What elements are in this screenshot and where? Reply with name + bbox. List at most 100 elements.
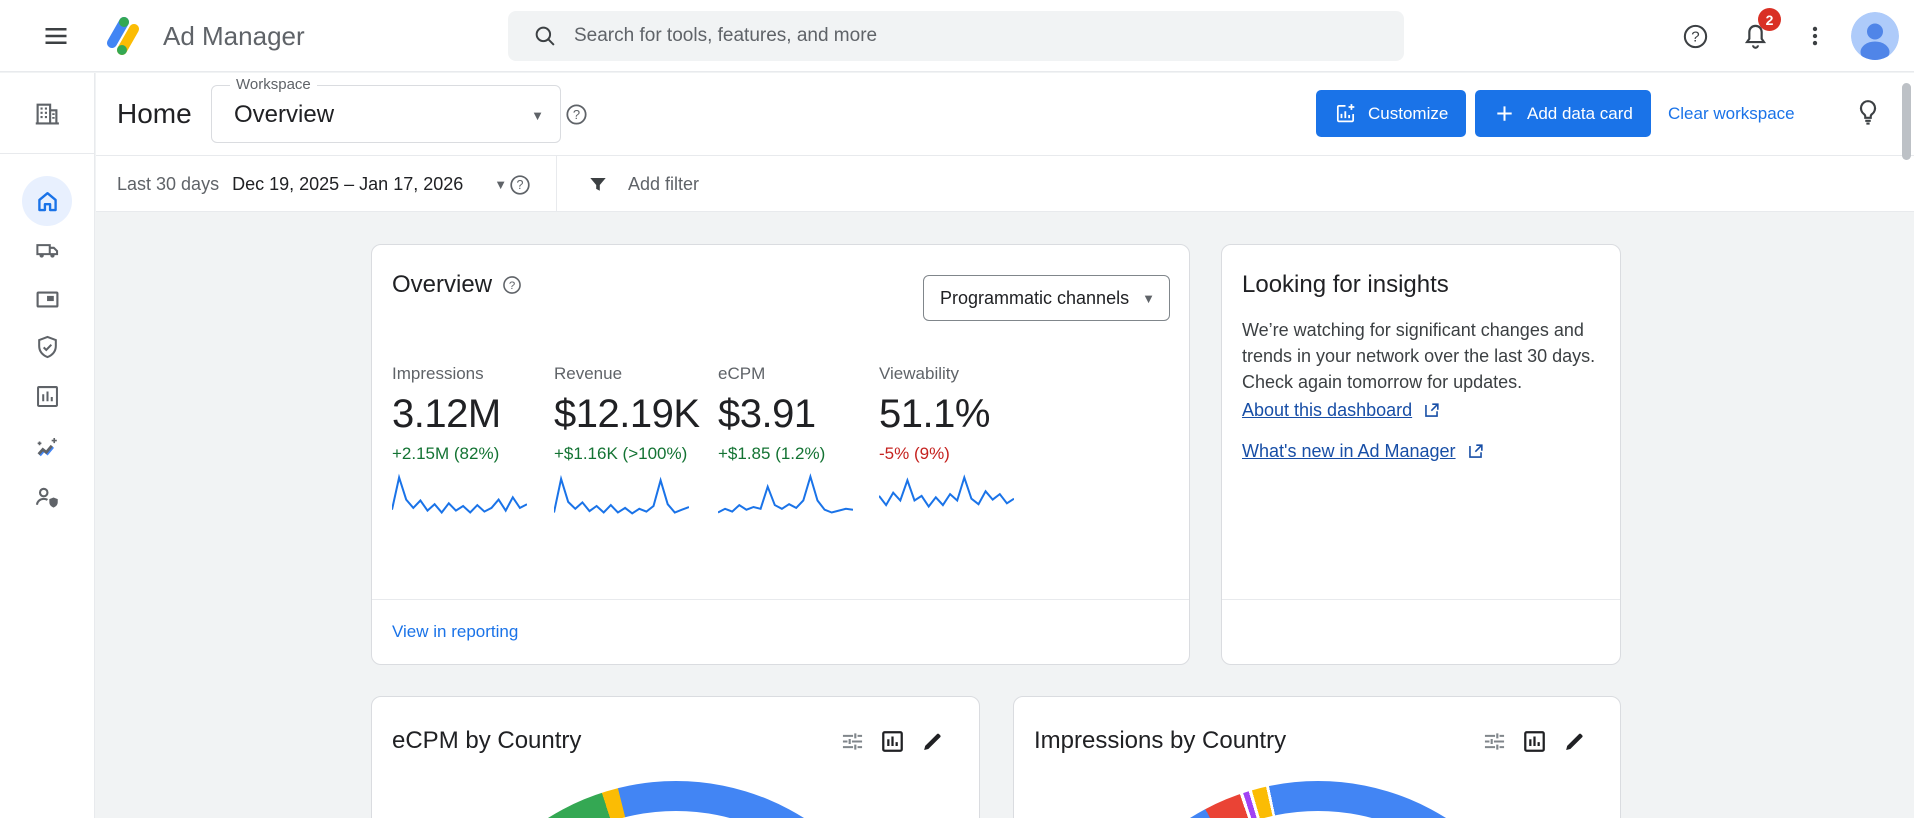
help-icon[interactable]: ?	[501, 274, 523, 296]
revenue-sparkline	[554, 474, 689, 515]
overview-card-title: Overview	[392, 271, 493, 298]
help-button[interactable]: ?	[1678, 19, 1712, 53]
card-settings-button[interactable]	[838, 727, 866, 755]
card-settings-button[interactable]	[1480, 727, 1508, 755]
product-name: Ad Manager	[163, 20, 305, 51]
tune-sliders-icon	[1484, 732, 1504, 750]
global-search[interactable]	[508, 11, 1404, 61]
insights-card-body: We’re watching for significant changes a…	[1242, 320, 1596, 392]
ad-manager-app: Ad Manager ? 2	[0, 0, 1914, 818]
metric-value: 3.12M	[392, 392, 501, 436]
channel-selector-value: Programmatic channels	[940, 287, 1130, 308]
clear-workspace-link[interactable]: Clear workspace	[1668, 73, 1795, 155]
customize-button[interactable]: Customize	[1316, 90, 1467, 137]
kebab-menu-icon	[1812, 26, 1818, 46]
workspace-help-button[interactable]: ?	[564, 102, 589, 127]
help-icon: ?	[566, 104, 587, 125]
metric-delta: +$1.16K (>100%)	[554, 444, 688, 463]
plus-icon	[1497, 106, 1512, 121]
ecpm-by-country-title: eCPM by Country	[392, 727, 582, 754]
search-icon	[535, 26, 555, 46]
sidebar-item-delivery[interactable]	[22, 225, 72, 275]
impressions-by-country-card: Impressions by Country	[1013, 696, 1621, 818]
sidebar-item-insights[interactable]	[22, 423, 72, 473]
sidebar-item-home[interactable]	[22, 176, 72, 226]
tune-sliders-icon	[842, 732, 862, 750]
sidebar-item-reporting[interactable]	[22, 371, 72, 421]
workspace-select[interactable]: Workspace Overview ▼	[211, 76, 561, 143]
view-in-reporting-link[interactable]: View in reporting	[392, 622, 518, 642]
metric-delta: +2.15M (82%)	[392, 444, 500, 463]
metric-label: Viewability	[879, 364, 960, 383]
filter-funnel-icon	[590, 177, 606, 191]
date-range-selector[interactable]: Last 30 days Dec 19, 2025 – Jan 17, 2026…	[117, 156, 507, 213]
external-link-icon	[1425, 403, 1439, 417]
workspace-header: Home Workspace Overview ▼ ? Customize Ad…	[96, 73, 1914, 155]
help-icon: ?	[510, 175, 530, 195]
more-options-button[interactable]	[1798, 19, 1832, 53]
chevron-down-icon: ▼	[1142, 290, 1155, 306]
ad-manager-logo	[98, 13, 148, 59]
whats-new-link[interactable]: What's new in Ad Manager	[1242, 441, 1485, 462]
date-range-help-button[interactable]: ?	[508, 173, 532, 197]
top-app-bar: Ad Manager ? 2	[0, 0, 1914, 72]
help-icon: ?	[1683, 24, 1707, 48]
svg-text:?: ?	[1691, 28, 1699, 45]
impressions-by-country-title: Impressions by Country	[1034, 727, 1287, 754]
add-filter-label: Add filter	[628, 174, 700, 194]
add-chart-icon	[1336, 104, 1355, 123]
chart-icon	[1523, 730, 1545, 752]
insight-lightbulb-button[interactable]	[1852, 97, 1884, 129]
office-building-icon	[35, 103, 59, 125]
channel-selector-dropdown[interactable]: Programmatic channels ▼	[923, 275, 1170, 321]
notification-badge: 2	[1758, 8, 1781, 31]
sidebar-item-network[interactable]	[22, 89, 72, 139]
metric-value: $3.91	[718, 392, 816, 436]
viewability-sparkline	[879, 474, 1014, 509]
sidebar-divider	[0, 153, 95, 154]
add-filter-button[interactable]: Add filter	[586, 156, 699, 213]
metric-value: 51.1%	[879, 392, 990, 436]
filter-bar: Last 30 days Dec 19, 2025 – Jan 17, 2026…	[96, 155, 1914, 212]
customize-button-label: Customize	[1368, 103, 1449, 123]
sidebar-item-admin[interactable]	[22, 472, 72, 522]
lightbulb-icon	[1859, 100, 1877, 125]
metric-ecpm: eCPM $3.91 +$1.85 (1.2%)	[718, 363, 878, 521]
date-range-value: Dec 19, 2025 – Jan 17, 2026	[232, 174, 464, 194]
chevron-down-icon: ▼	[494, 177, 508, 192]
about-this-dashboard-link[interactable]: About this dashboard	[1242, 400, 1441, 421]
overview-card: Overview ? Programmatic channels ▼ Impre…	[371, 244, 1190, 665]
metric-revenue: Revenue $12.19K +$1.16K (>100%)	[554, 363, 714, 521]
account-avatar[interactable]	[1851, 12, 1899, 60]
add-data-card-button[interactable]: Add data card	[1475, 90, 1651, 137]
external-link-icon	[1468, 444, 1483, 458]
avatar-icon	[1851, 12, 1899, 60]
insights-card-title: Looking for insights	[1242, 271, 1449, 298]
add-data-card-button-label: Add data card	[1527, 103, 1633, 123]
vertical-scrollbar[interactable]	[1902, 83, 1911, 160]
user-shield-icon	[35, 487, 58, 508]
impressions-by-country-donut	[1078, 781, 1558, 818]
metric-viewability: Viewability 51.1% -5% (9%)	[879, 363, 1039, 521]
search-input[interactable]	[574, 25, 1334, 47]
insights-trend-icon	[37, 437, 57, 457]
date-range-preset-label: Last 30 days	[117, 174, 220, 194]
edit-card-button[interactable]	[918, 727, 946, 755]
chart-type-button[interactable]	[1520, 727, 1548, 755]
metric-delta: -5% (9%)	[879, 444, 950, 463]
metric-delta: +$1.85 (1.2%)	[718, 444, 826, 463]
filter-bar-divider	[556, 156, 557, 212]
hamburger-menu-button[interactable]	[40, 20, 72, 52]
svg-text:?: ?	[509, 280, 515, 292]
svg-text:?: ?	[517, 178, 524, 192]
impressions-sparkline	[392, 473, 527, 515]
card-actions	[1480, 727, 1588, 755]
edit-card-button[interactable]	[1560, 727, 1588, 755]
metric-impressions: Impressions 3.12M +2.15M (82%)	[392, 363, 552, 521]
sidebar-item-inventory[interactable]	[22, 274, 72, 324]
metric-label: eCPM	[718, 364, 766, 383]
whats-new-label: What's new in Ad Manager	[1242, 441, 1456, 461]
chart-type-button[interactable]	[878, 727, 906, 755]
left-nav-rail	[0, 73, 95, 818]
sidebar-item-protections[interactable]	[22, 322, 72, 372]
